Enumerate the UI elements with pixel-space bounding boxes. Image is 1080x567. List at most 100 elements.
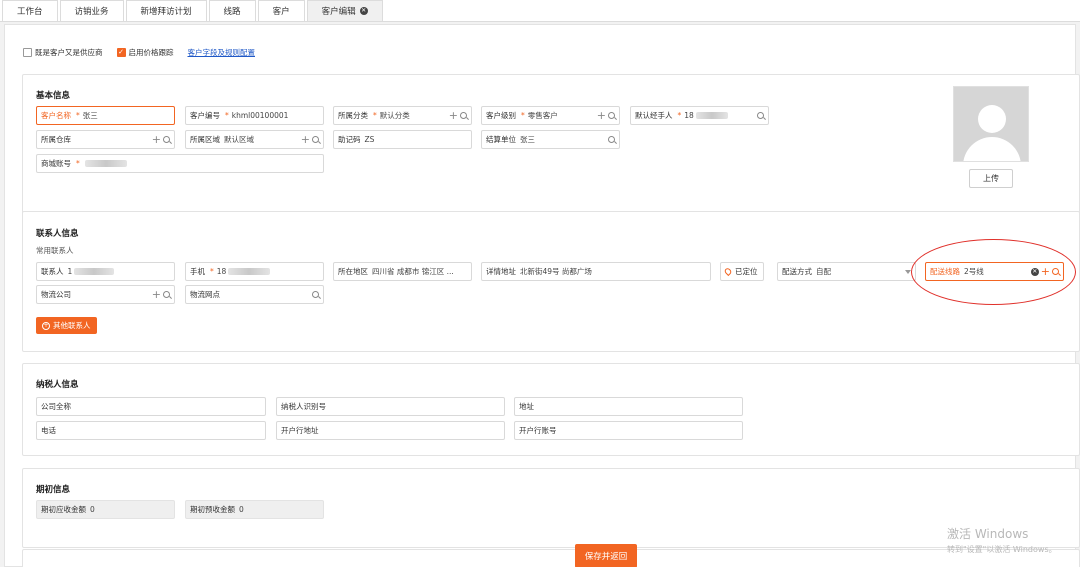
field-value: 零售客户 xyxy=(527,111,558,120)
category-field[interactable]: 所属分类 * 默认分类 + xyxy=(333,106,472,125)
tab-new-visit-plan[interactable]: 新增拜访计划 xyxy=(125,0,207,21)
plus-icon[interactable]: + xyxy=(152,289,161,300)
field-label: 物流公司 xyxy=(41,290,71,299)
tab-visit-business[interactable]: 访销业务 xyxy=(59,0,124,21)
search-icon[interactable] xyxy=(312,136,319,143)
field-label: 客户名称 xyxy=(41,111,71,120)
search-icon[interactable] xyxy=(312,291,319,298)
search-icon[interactable] xyxy=(608,112,615,119)
plus-icon[interactable]: + xyxy=(597,110,606,121)
blurred-text xyxy=(84,160,127,167)
field-icons xyxy=(608,136,615,143)
field-label: 地址 xyxy=(519,402,534,411)
field-label: 客户级别 xyxy=(486,111,516,120)
tax-phone-field[interactable]: 电话 xyxy=(36,421,266,440)
plus-icon[interactable]: + xyxy=(449,110,458,121)
field-label: 默认经手人 xyxy=(635,111,673,120)
field-label: 商城账号 xyxy=(41,159,71,168)
field-label: 期初预收金额 xyxy=(190,505,235,514)
avatar-body xyxy=(963,137,1021,161)
tab-workbench[interactable]: 工作台 xyxy=(2,0,58,21)
search-icon[interactable] xyxy=(757,112,764,119)
mnemonic-field[interactable]: 助记码 ZS xyxy=(333,130,472,149)
field-value: 北新街49号 尚都广场 xyxy=(520,267,592,276)
delivery-method-select[interactable]: 配送方式 自配 xyxy=(777,262,916,281)
plus-circle-icon: + xyxy=(42,321,50,330)
search-icon[interactable] xyxy=(163,136,170,143)
tab-customer-edit[interactable]: 客户编辑 ✕ xyxy=(306,0,383,21)
section-title: 纳税人信息 xyxy=(36,380,79,390)
close-icon[interactable]: ✕ xyxy=(359,7,368,15)
bank-address-field[interactable]: 开户行地址 xyxy=(276,421,505,440)
field-label: 手机 xyxy=(190,267,205,276)
field-value: 四川省 成都市 锦江区 ... xyxy=(372,267,454,276)
logistics-point-field[interactable]: 物流网点 xyxy=(185,285,324,304)
taxpayer-section: 纳税人信息 公司全称 纳税人识别号 地址 电话 开户行地址 开户行账号 xyxy=(22,363,1080,456)
field-value: ZS xyxy=(364,135,375,144)
save-and-return-button[interactable]: 保存并返回 xyxy=(575,544,637,567)
basic-info-section: 基本信息 客户名称 * 张三 客户编号 * khml00100001 所属分类 * 默… xyxy=(22,74,1080,214)
windows-activation-watermark: 激活 Windows 转到"设置"以激活 Windows。 xyxy=(947,525,1057,555)
highlight-circle xyxy=(911,239,1076,305)
address-field[interactable]: 详情地址 北新街49号 尚都广场 xyxy=(481,262,711,281)
required-mark: * xyxy=(225,111,229,120)
add-other-contacts-button[interactable]: + 其他联系人 xyxy=(36,317,97,334)
manager-field[interactable]: 默认经手人 * 18 xyxy=(630,106,769,125)
level-field[interactable]: 客户级别 * 零售客户 + xyxy=(481,106,620,125)
blurred-text xyxy=(695,112,728,119)
required-mark: * xyxy=(210,267,214,276)
upload-button[interactable]: 上传 xyxy=(969,169,1013,188)
customer-name-field[interactable]: 客户名称 * 张三 xyxy=(36,106,175,125)
warehouse-field[interactable]: 所属仓库 + xyxy=(36,130,175,149)
field-value: khml00100001 xyxy=(231,111,289,120)
field-rule-config-link[interactable]: 客户字段及规则配置 xyxy=(188,47,256,58)
area-field[interactable]: 所在地区 四川省 成都市 锦江区 ... xyxy=(333,262,472,281)
field-label: 客户编号 xyxy=(190,111,220,120)
field-value: 18 xyxy=(216,267,227,276)
tax-id-field[interactable]: 纳税人识别号 xyxy=(276,397,505,416)
required-mark: * xyxy=(76,111,80,120)
field-value: 默认分类 xyxy=(379,111,410,120)
option-both-customer-supplier[interactable]: 既是客户又是供应商 xyxy=(23,47,103,58)
mobile-field[interactable]: 手机 * 18 xyxy=(185,262,324,281)
field-value: 18 xyxy=(684,111,694,120)
tax-address-field[interactable]: 地址 xyxy=(514,397,743,416)
settlement-field[interactable]: 结算单位 张三 xyxy=(481,130,620,149)
option-enable-price-tracking[interactable]: ✓ 启用价格跟踪 xyxy=(116,47,174,58)
initial-info-section: 期初信息 期初应收金额 0 期初预收金额 0 xyxy=(22,468,1080,548)
search-icon[interactable] xyxy=(608,136,615,143)
field-icons xyxy=(312,291,319,298)
search-icon[interactable] xyxy=(460,112,467,119)
section-title: 联系人信息 xyxy=(36,229,79,239)
customer-code-field[interactable]: 客户编号 * khml00100001 xyxy=(185,106,324,125)
tab-bar: 工作台 访销业务 新增拜访计划 线路 客户 客户编辑 ✕ xyxy=(0,0,1080,22)
checkbox-unchecked[interactable] xyxy=(23,48,32,57)
field-icons xyxy=(757,112,764,119)
field-icons: + xyxy=(449,110,467,121)
button-label: 其他联系人 xyxy=(53,321,91,330)
field-icons: + xyxy=(152,134,170,145)
search-icon[interactable] xyxy=(163,291,170,298)
region-field[interactable]: 所属区域 默认区域 + xyxy=(185,130,324,149)
located-button[interactable]: 已定位 xyxy=(720,262,764,281)
company-name-field[interactable]: 公司全称 xyxy=(36,397,266,416)
option-label: 启用价格跟踪 xyxy=(128,48,174,57)
tab-customer[interactable]: 客户 xyxy=(257,0,305,21)
field-label: 期初应收金额 xyxy=(41,505,86,514)
plus-icon[interactable]: + xyxy=(301,134,310,145)
edit-panel: 既是客户又是供应商 ✓ 启用价格跟踪 客户字段及规则配置 基本信息 客户名称 * … xyxy=(4,24,1080,567)
blurred-text xyxy=(228,268,271,275)
field-value: 自配 xyxy=(816,267,831,276)
bank-account-field[interactable]: 开户行账号 xyxy=(514,421,743,440)
tab-label: 客户编辑 xyxy=(321,7,356,17)
field-label: 助记码 xyxy=(338,135,361,144)
mall-account-field[interactable]: 商城账号 * xyxy=(36,154,324,173)
tab-label: 客户 xyxy=(272,7,290,17)
checkbox-checked[interactable]: ✓ xyxy=(116,48,126,57)
field-value: 默认区域 xyxy=(224,135,254,144)
contact-person-field[interactable]: 联系人 1 xyxy=(36,262,175,281)
tab-route[interactable]: 线路 xyxy=(208,0,256,21)
logistics-company-field[interactable]: 物流公司 + xyxy=(36,285,175,304)
contact-section: 联系人信息 常用联系人 联系人 1 手机 * 18 所在地区 四川省 成都市 锦江… xyxy=(22,211,1080,352)
plus-icon[interactable]: + xyxy=(152,134,161,145)
